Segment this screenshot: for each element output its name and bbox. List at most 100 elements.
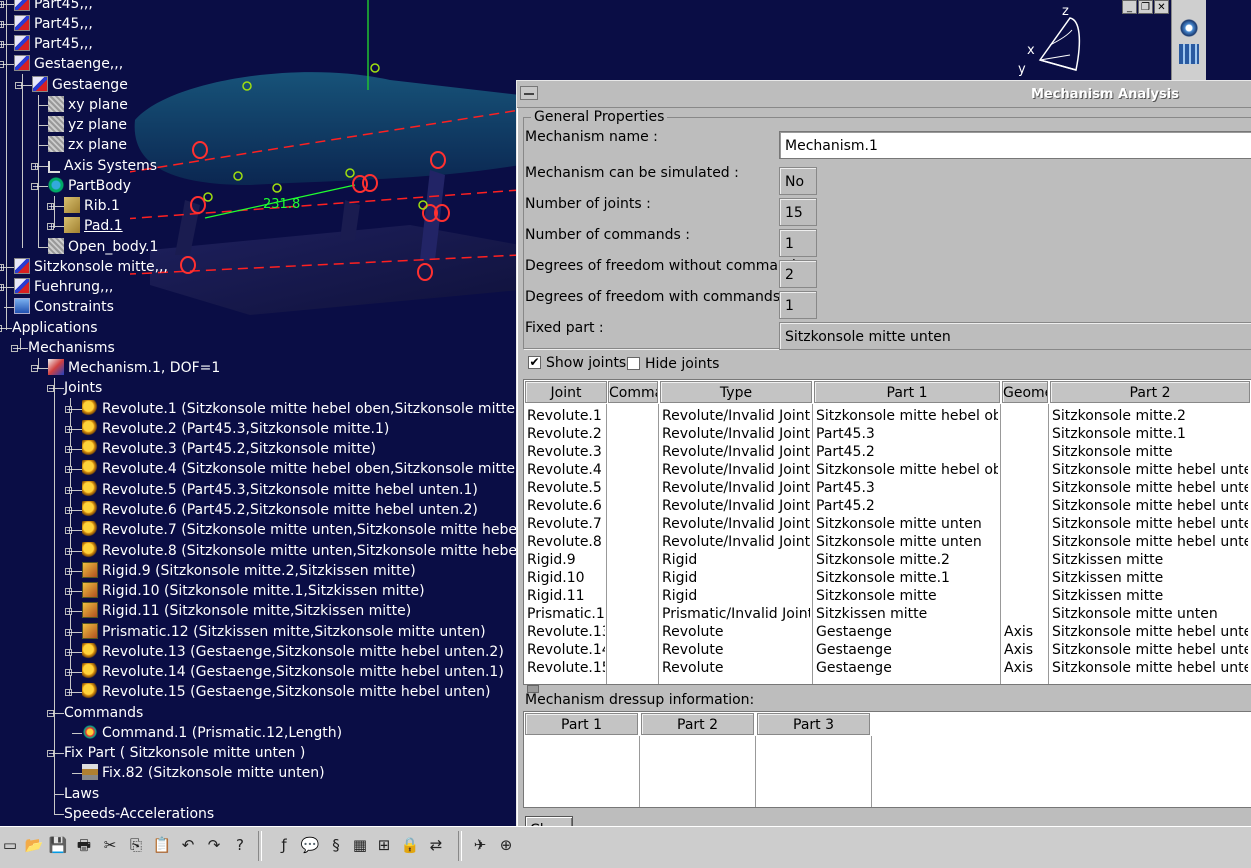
tree-expander[interactable]: + bbox=[47, 203, 55, 211]
tree-expander[interactable]: − bbox=[31, 183, 39, 191]
table-cell[interactable]: Revolute bbox=[662, 659, 810, 677]
tree-node[interactable]: Revolute.6 (Part45.2,Sitzkonsole mitte h… bbox=[82, 500, 478, 520]
table-cell[interactable]: Revolute/Invalid Joint ! bbox=[662, 497, 810, 515]
tree-node[interactable]: Revolute.2 (Part45.3,Sitzkonsole mitte.1… bbox=[82, 419, 389, 439]
show-joints-checkbox[interactable]: ✔ bbox=[528, 356, 541, 369]
table-cell[interactable]: Rigid bbox=[662, 569, 810, 587]
table-cell[interactable]: Revolute.13 bbox=[527, 623, 605, 641]
table-cell[interactable]: Sitzkonsole mitte bbox=[816, 587, 998, 605]
table-cell[interactable]: Part45.2 bbox=[816, 497, 998, 515]
tree-expander[interactable]: + bbox=[0, 1, 5, 9]
column-header[interactable]: Command bbox=[608, 381, 658, 403]
tree-node[interactable]: Part45,,, bbox=[14, 14, 93, 34]
open-icon[interactable]: 📂 bbox=[24, 835, 44, 855]
tree-expander[interactable]: − bbox=[31, 365, 39, 373]
tree-expander[interactable]: + bbox=[65, 548, 73, 556]
table-cell[interactable] bbox=[1004, 515, 1046, 533]
table-cell[interactable]: Revolute/Invalid Joint ! bbox=[662, 443, 810, 461]
dressup-column-header[interactable]: Part 3 bbox=[757, 713, 870, 735]
table-cell[interactable]: Sitzkonsole mitte.1 bbox=[1052, 425, 1248, 443]
table-cell[interactable]: Sitzkonsole mitte hebel oben bbox=[816, 461, 998, 479]
tree-expander[interactable]: + bbox=[65, 649, 73, 657]
table-cell[interactable]: Part45.3 bbox=[816, 425, 998, 443]
table-cell[interactable] bbox=[610, 623, 656, 641]
table-cell[interactable]: Axis bbox=[1004, 659, 1046, 677]
lock-icon[interactable]: 🔒 bbox=[400, 835, 420, 855]
table-cell[interactable]: Axis bbox=[1004, 641, 1046, 659]
table-cell[interactable]: Sitzkonsole mitte hebel unten bbox=[1052, 515, 1248, 533]
table-cell[interactable]: Sitzkonsole mitte hebel unten.1 bbox=[1052, 641, 1248, 659]
table-cell[interactable]: Revolute.5 bbox=[527, 479, 605, 497]
paste-icon[interactable]: 📋 bbox=[152, 835, 172, 855]
column-header[interactable]: Part 2 bbox=[1050, 381, 1250, 403]
tree-node[interactable]: zx plane bbox=[48, 135, 127, 155]
tree-node[interactable]: Revolute.3 (Part45.2,Sitzkonsole mitte) bbox=[82, 439, 376, 459]
table-cell[interactable]: Sitzkonsole mitte.2 bbox=[816, 551, 998, 569]
table-cell[interactable]: Axis bbox=[1004, 623, 1046, 641]
tree-node[interactable]: Gestaenge,,, bbox=[14, 54, 123, 74]
tree-expander[interactable]: − bbox=[0, 61, 5, 69]
table-cell[interactable] bbox=[610, 443, 656, 461]
tree-node[interactable]: Rib.1 bbox=[64, 196, 120, 216]
table-icon[interactable]: ▦ bbox=[350, 835, 370, 855]
table-cell[interactable] bbox=[1004, 551, 1046, 569]
seat-model-3d[interactable]: 231.8 bbox=[130, 0, 520, 330]
mechanism-name-input[interactable]: Mechanism.1 bbox=[779, 131, 1251, 159]
tree-node[interactable]: Revolute.14 (Gestaenge,Sitzkonsole mitte… bbox=[82, 662, 504, 682]
tree-expander[interactable]: + bbox=[65, 507, 73, 515]
whats-this-icon[interactable]: ? bbox=[230, 835, 250, 855]
print-icon[interactable]: 🖶 bbox=[74, 835, 94, 855]
redo-icon[interactable]: ↷ bbox=[204, 835, 224, 855]
table-cell[interactable]: Revolute.14 bbox=[527, 641, 605, 659]
table-cell[interactable] bbox=[610, 515, 656, 533]
tree-node[interactable]: Part45,,, bbox=[14, 34, 93, 54]
column-header[interactable]: Geometry bbox=[1002, 381, 1048, 403]
table-cell[interactable] bbox=[610, 479, 656, 497]
table-cell[interactable]: Revolute.6 bbox=[527, 497, 605, 515]
tree-node[interactable]: Pad.1 bbox=[64, 216, 123, 236]
column-header[interactable]: Type bbox=[660, 381, 812, 403]
table-cell[interactable] bbox=[610, 587, 656, 605]
tree-node[interactable]: Mechanisms bbox=[28, 338, 115, 358]
tree-expander[interactable]: + bbox=[0, 284, 5, 292]
table-cell[interactable]: Revolute.3 bbox=[527, 443, 605, 461]
gear-icon[interactable] bbox=[1179, 18, 1199, 38]
dressup-column-header[interactable]: Part 1 bbox=[525, 713, 638, 735]
table-cell[interactable]: Sitzkonsole mitte hebel unten bbox=[1052, 461, 1248, 479]
table-cell[interactable] bbox=[610, 605, 656, 623]
tree-node[interactable]: Revolute.13 (Gestaenge,Sitzkonsole mitte… bbox=[82, 642, 504, 662]
table-cell[interactable]: Gestaenge bbox=[816, 641, 998, 659]
table-cell[interactable] bbox=[610, 641, 656, 659]
tree-node[interactable]: Axis Systems bbox=[48, 156, 157, 176]
table-cell[interactable]: Revolute.8 bbox=[527, 533, 605, 551]
table-cell[interactable] bbox=[610, 461, 656, 479]
table-cell[interactable]: Sitzkonsole mitte hebel unten.2 bbox=[1052, 623, 1248, 641]
tree-expander[interactable]: + bbox=[65, 588, 73, 596]
table-cell[interactable]: Revolute bbox=[662, 641, 810, 659]
tree-expander[interactable]: + bbox=[65, 629, 73, 637]
swap-icon[interactable]: ⇄ bbox=[426, 835, 446, 855]
tree-node[interactable]: yz plane bbox=[48, 115, 127, 135]
table-cell[interactable]: Sitzkissen mitte bbox=[1052, 587, 1248, 605]
table-cell[interactable] bbox=[610, 551, 656, 569]
table-cell[interactable] bbox=[1004, 443, 1046, 461]
joints-table[interactable]: JointCommandTypePart 1GeometryPart 2 Revo… bbox=[523, 379, 1251, 685]
table-cell[interactable] bbox=[1004, 461, 1046, 479]
table-cell[interactable]: Sitzkonsole mitte hebel unten.2 bbox=[1052, 533, 1248, 551]
tree-node[interactable]: PartBody bbox=[48, 176, 131, 196]
window-menu-button[interactable] bbox=[520, 86, 538, 100]
formula-icon[interactable]: ƒ bbox=[274, 835, 294, 855]
tree-node[interactable]: xy plane bbox=[48, 95, 128, 115]
cut-icon[interactable]: ✂ bbox=[100, 835, 120, 855]
tree-expander[interactable]: + bbox=[65, 426, 73, 434]
column-header[interactable]: Joint bbox=[525, 381, 607, 403]
table-cell[interactable] bbox=[610, 425, 656, 443]
hide-joints-checkbox[interactable] bbox=[627, 357, 640, 370]
table-cell[interactable]: Revolute.1 bbox=[527, 407, 605, 425]
tree-expander[interactable]: + bbox=[65, 466, 73, 474]
tree-node[interactable]: Revolute.1 (Sitzkonsole mitte hebel oben… bbox=[82, 399, 534, 419]
table-cell[interactable]: Sitzkonsole mitte.2 bbox=[1052, 407, 1248, 425]
tree-expander[interactable]: + bbox=[0, 264, 5, 272]
table-cell[interactable] bbox=[1004, 497, 1046, 515]
table-cell[interactable]: Revolute.7 bbox=[527, 515, 605, 533]
